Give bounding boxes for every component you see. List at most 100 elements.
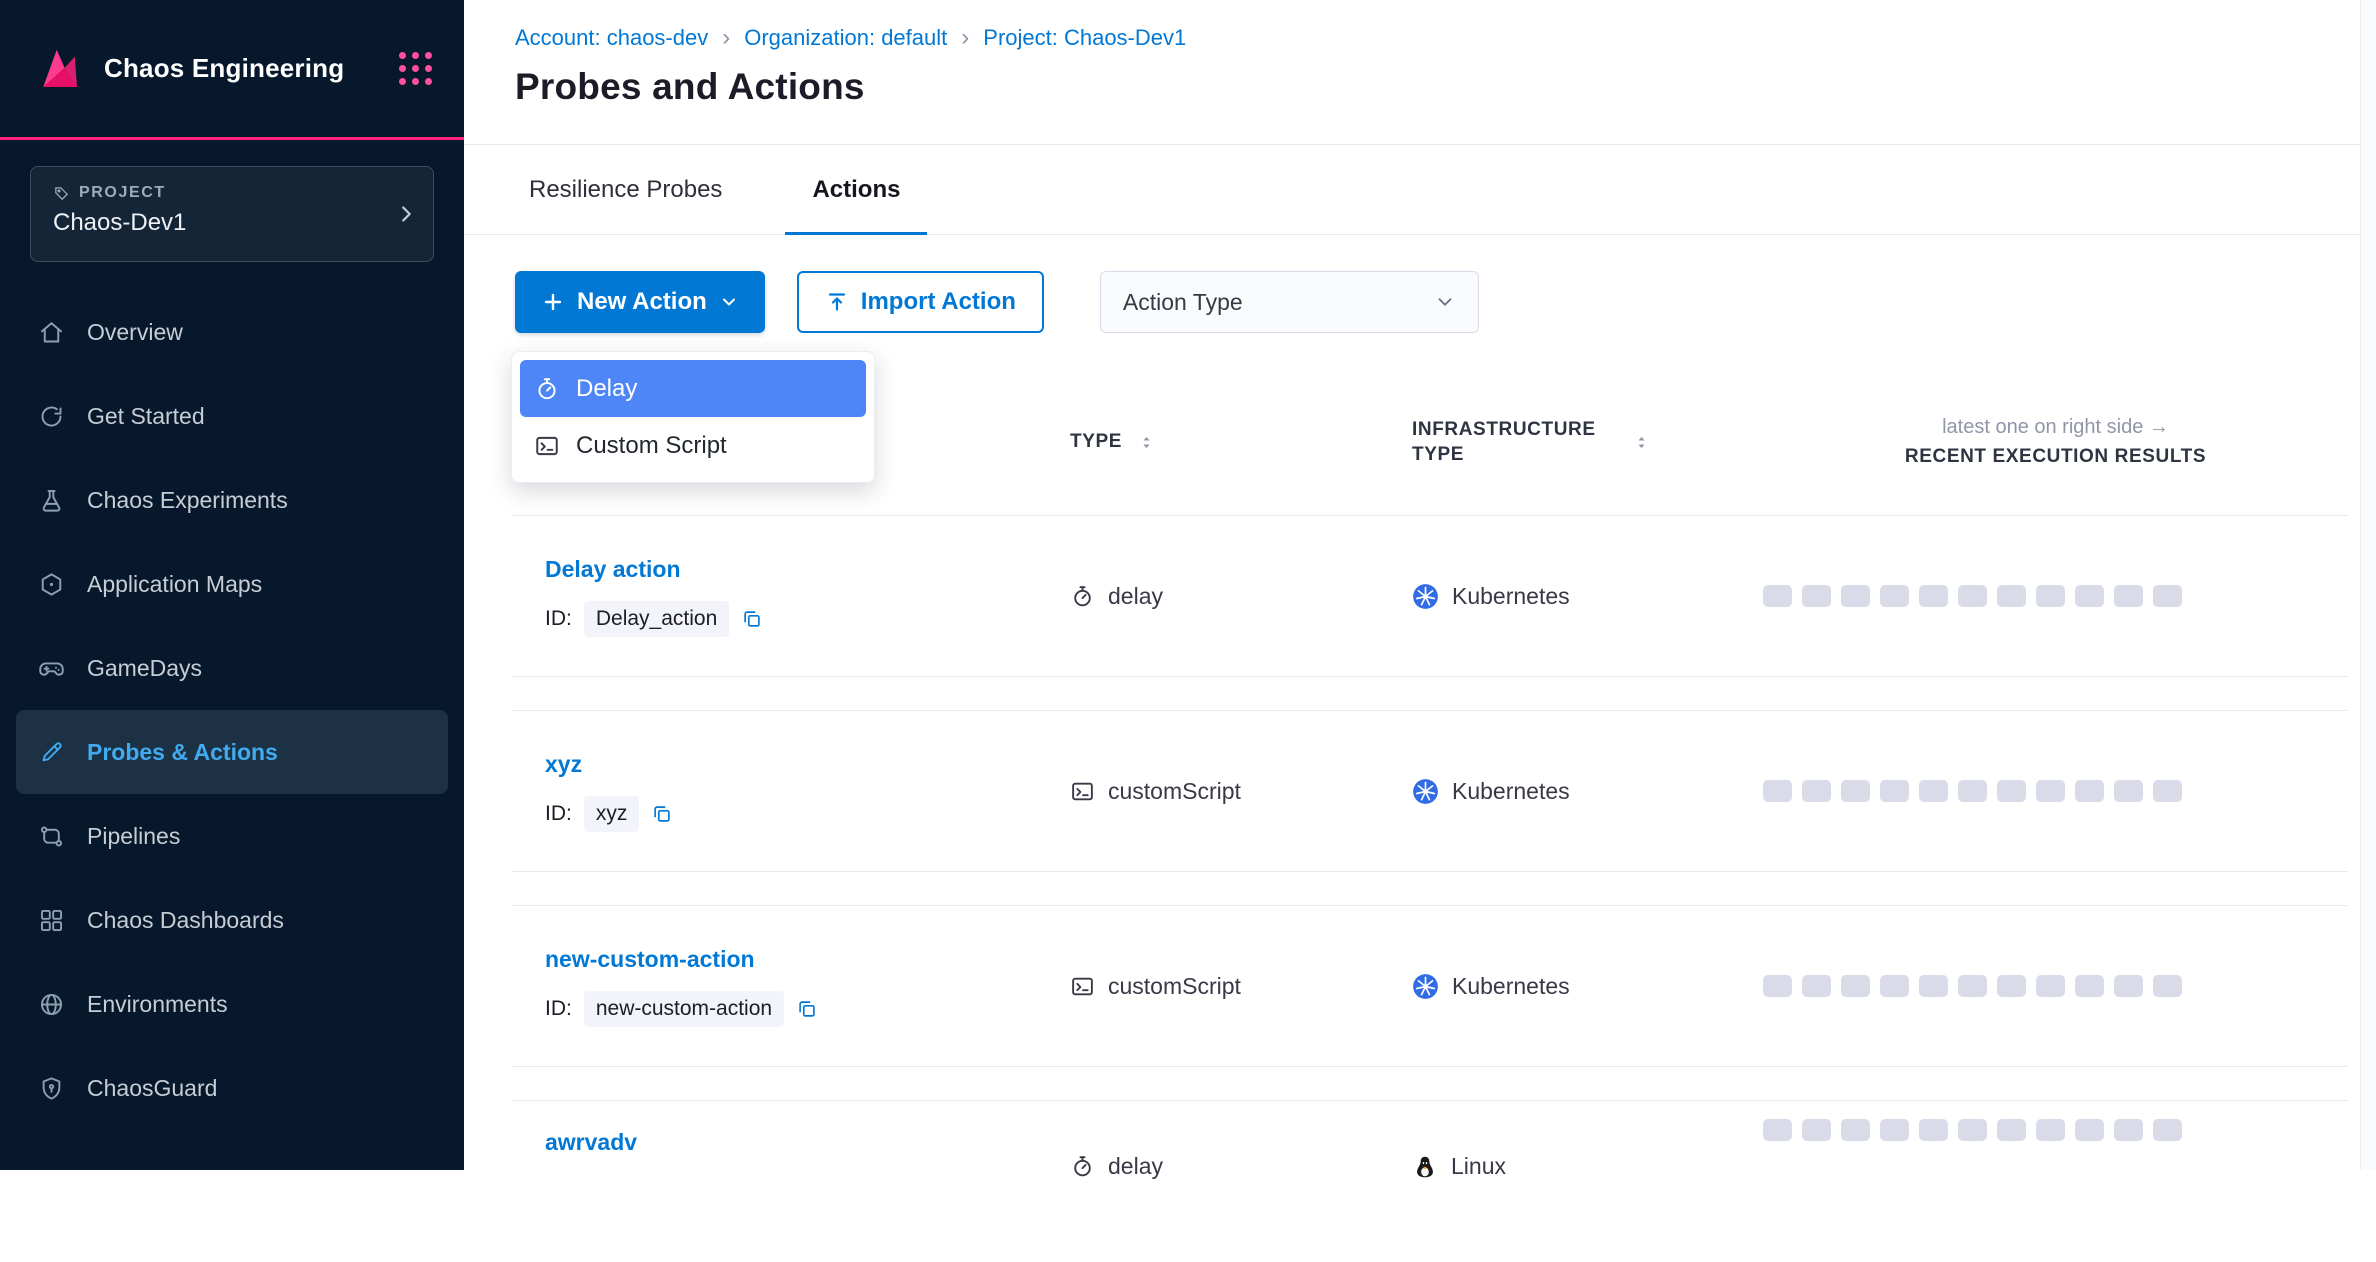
action-name-link[interactable]: Delay action [545, 556, 1070, 583]
import-action-label: Import Action [861, 288, 1016, 316]
execution-result-placeholder [1841, 585, 1870, 607]
id-label: ID: [545, 802, 572, 826]
new-action-menu: Delay Custom Script [511, 351, 875, 483]
page-header: Account: chaos-dev › Organization: defau… [464, 0, 2376, 145]
infrastructure-cell: Kubernetes [1412, 973, 1763, 1000]
execution-result-placeholder [1841, 1119, 1870, 1141]
id-label: ID: [545, 607, 572, 631]
action-name-link[interactable]: xyz [545, 751, 1070, 778]
project-selector[interactable]: PROJECT Chaos-Dev1 [30, 166, 434, 262]
execution-result-placeholder [1958, 1119, 1987, 1141]
sidebar-item-label: Pipelines [87, 823, 180, 850]
vertical-scrollbar[interactable] [2360, 0, 2376, 1170]
execution-result-placeholder [2114, 1119, 2143, 1141]
execution-result-placeholder [1880, 780, 1909, 802]
sidebar-item-label: Chaos Dashboards [87, 907, 284, 934]
action-id-row: ID: Delay_action [545, 601, 1070, 637]
tab-resilience-probes[interactable]: Resilience Probes [484, 145, 767, 234]
execution-result-placeholder [1802, 780, 1831, 802]
module-switcher-icon[interactable] [399, 52, 432, 85]
sidebar-item-pipelines[interactable]: Pipelines [0, 794, 464, 878]
sidebar-item-environments[interactable]: Environments [0, 962, 464, 1046]
sidebar-item-overview[interactable]: Overview [0, 290, 464, 374]
action-type-select[interactable]: Action Type [1100, 271, 1479, 333]
hexagon-icon [38, 571, 65, 598]
type-cell: customScript [1070, 973, 1412, 1000]
execution-result-placeholder [2075, 975, 2104, 997]
copy-icon[interactable] [651, 803, 673, 825]
new-action-button[interactable]: New Action [515, 271, 765, 333]
flask-icon [38, 487, 65, 514]
breadcrumb-account-link[interactable]: Account: chaos-dev [515, 25, 708, 51]
sidebar-item-get-started[interactable]: Get Started [0, 374, 464, 458]
table-header-type: TYPE [1070, 431, 1412, 453]
sidebar-item-chaos-dashboards[interactable]: Chaos Dashboards [0, 878, 464, 962]
import-upload-icon [825, 290, 849, 314]
project-label: PROJECT [79, 184, 166, 202]
recent-execution-results [1763, 780, 2348, 802]
sidebar-item-chaosguard[interactable]: ChaosGuard [0, 1046, 464, 1130]
recent-results-note: latest one on right side → [1942, 416, 2169, 439]
kubernetes-icon [1412, 583, 1439, 610]
execution-result-placeholder [2075, 585, 2104, 607]
action-row-awrvadv: awrvadv delay Linux [512, 1100, 2348, 1262]
type-value: delay [1108, 1153, 1163, 1180]
sidebar-item-gamedays[interactable]: GameDays [0, 626, 464, 710]
sidebar-item-chaos-experiments[interactable]: Chaos Experiments [0, 458, 464, 542]
action-id-row: ID: new-custom-action [545, 991, 1070, 1027]
copy-icon[interactable] [741, 608, 763, 630]
sidebar-item-label: Probes & Actions [87, 739, 278, 766]
stopwatch-icon [1070, 584, 1095, 609]
linux-icon [1412, 1154, 1438, 1180]
execution-result-placeholder [2153, 1119, 2182, 1141]
chevron-right-icon [395, 203, 417, 225]
menu-item-custom-script[interactable]: Custom Script [520, 417, 866, 474]
terminal-icon [1070, 779, 1095, 804]
sidebar-item-label: Overview [87, 319, 183, 346]
actions-table: Delay action ID: Delay_action delay [512, 515, 2348, 1262]
infrastructure-cell: Linux [1412, 1101, 1763, 1180]
breadcrumb-project-link[interactable]: Project: Chaos-Dev1 [983, 25, 1186, 51]
chaos-engineering-logo-icon [32, 42, 86, 96]
execution-result-placeholder [1997, 780, 2026, 802]
table-header-infrastructure-label: INFRASTRUCTURE TYPE [1412, 417, 1617, 467]
execution-result-placeholder [2036, 585, 2065, 607]
stopwatch-icon [534, 376, 560, 402]
sort-icon[interactable] [1633, 434, 1650, 451]
name-cell: awrvadv [545, 1101, 1070, 1156]
home-icon [38, 319, 65, 346]
execution-result-placeholder [1958, 975, 1987, 997]
menu-item-delay[interactable]: Delay [520, 360, 866, 417]
execution-result-placeholder [2153, 975, 2182, 997]
sidebar-item-application-maps[interactable]: Application Maps [0, 542, 464, 626]
execution-result-placeholder [1919, 1119, 1948, 1141]
execution-result-placeholder [1763, 780, 1792, 802]
brand-header: Chaos Engineering [0, 0, 464, 140]
copy-icon[interactable] [796, 998, 818, 1020]
progress-circle-icon [38, 403, 65, 430]
tag-icon [53, 185, 70, 202]
menu-item-label: Custom Script [576, 432, 727, 460]
sort-icon[interactable] [1138, 434, 1155, 451]
sidebar-nav: Overview Get Started Chaos Experiments A… [0, 290, 464, 1130]
execution-result-placeholder [1802, 1119, 1831, 1141]
execution-result-placeholder [1841, 975, 1870, 997]
action-name-link[interactable]: awrvadv [545, 1129, 1070, 1156]
environments-icon [38, 991, 65, 1018]
tab-actions[interactable]: Actions [767, 145, 945, 234]
execution-result-placeholder [1958, 585, 1987, 607]
recent-execution-results [1763, 975, 2348, 997]
breadcrumb-separator: › [722, 24, 730, 52]
import-action-button[interactable]: Import Action [797, 271, 1044, 333]
execution-result-placeholder [2114, 585, 2143, 607]
sidebar-item-probes-and-actions[interactable]: Probes & Actions [16, 710, 448, 794]
shield-lock-icon [38, 1075, 65, 1102]
name-cell: xyz ID: xyz [545, 751, 1070, 832]
type-value: delay [1108, 583, 1163, 610]
breadcrumb-organization-link[interactable]: Organization: default [744, 25, 947, 51]
execution-result-placeholder [1763, 975, 1792, 997]
execution-result-placeholder [2036, 1119, 2065, 1141]
action-name-link[interactable]: new-custom-action [545, 946, 1070, 973]
infrastructure-value: Linux [1451, 1153, 1506, 1180]
execution-result-placeholder [2075, 780, 2104, 802]
